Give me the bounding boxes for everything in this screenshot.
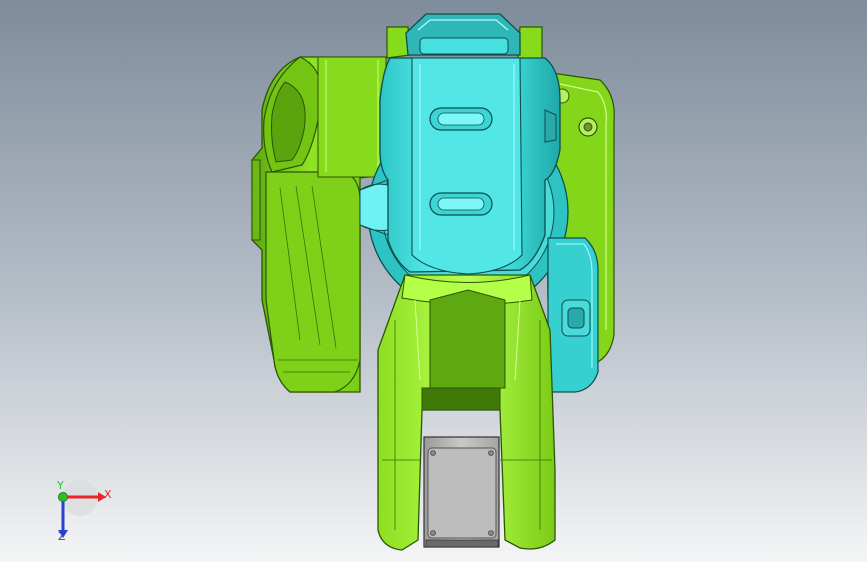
y-axis-label: Y <box>57 479 64 492</box>
3d-viewport[interactable]: X Y Z <box>0 0 867 562</box>
cyan-upper-arm <box>359 57 561 275</box>
gray-wrist-flange <box>423 436 500 548</box>
z-axis-label: Z <box>58 530 66 543</box>
robot-arm-model[interactable] <box>0 0 867 562</box>
x-axis-label: X <box>104 488 112 501</box>
y-axis-dot <box>58 492 68 502</box>
top-green-yoke <box>386 13 543 61</box>
cyan-right-cover <box>547 237 599 393</box>
